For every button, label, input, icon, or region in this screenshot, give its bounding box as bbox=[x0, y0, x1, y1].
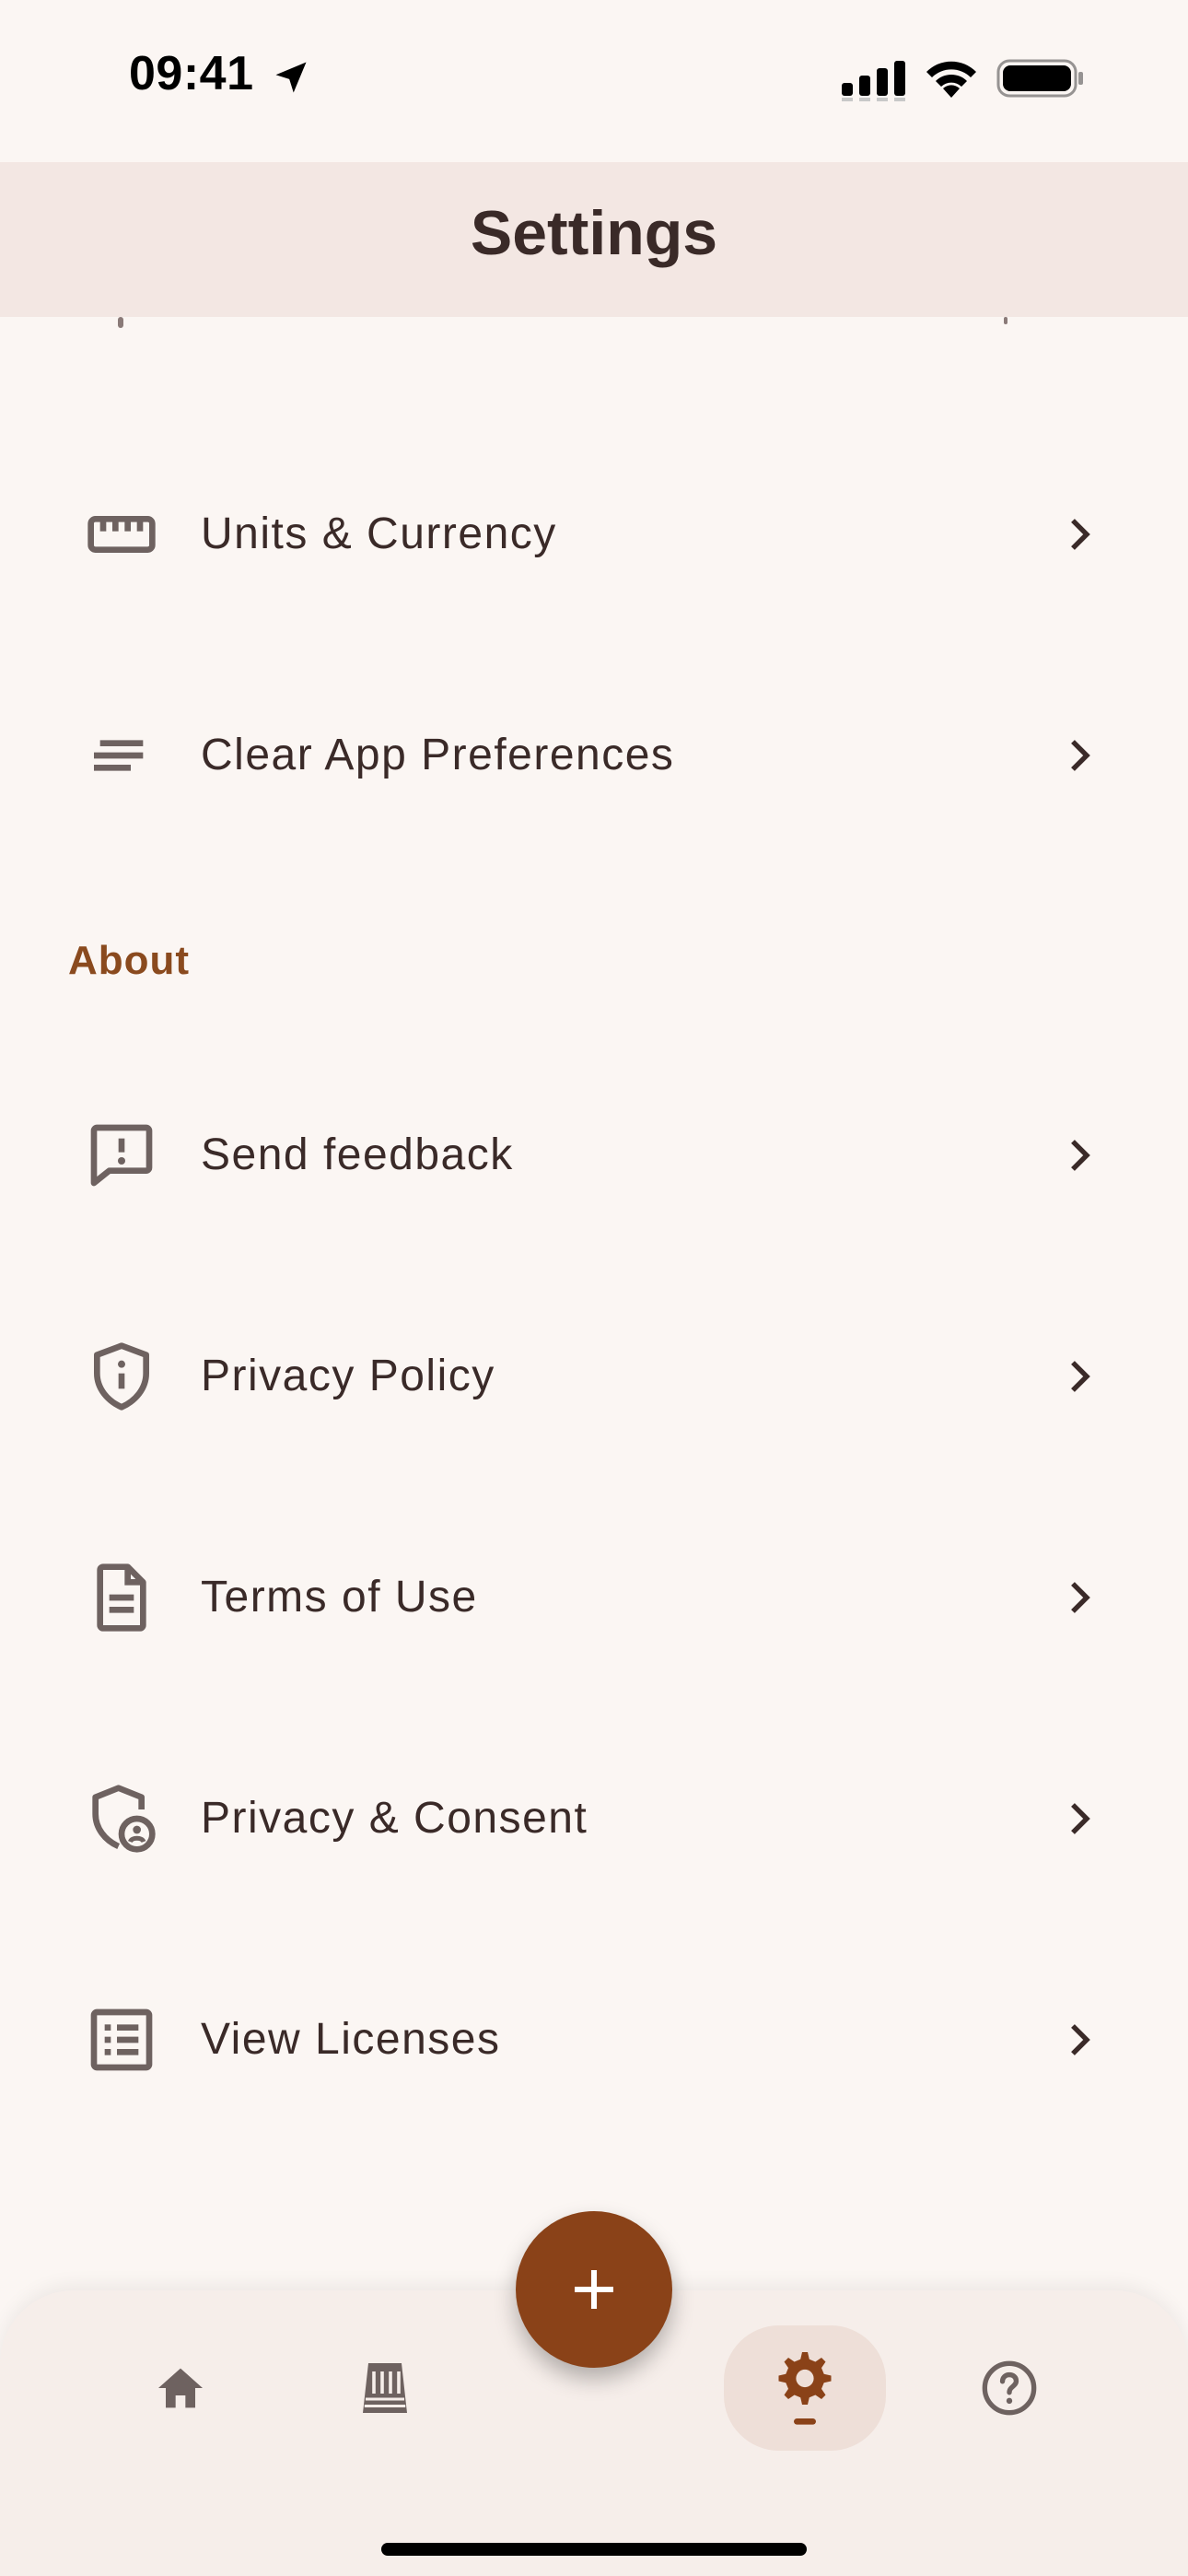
ruler-icon bbox=[87, 516, 156, 553]
chevron-right-icon bbox=[1071, 2024, 1090, 2055]
clipped-chevron-remnant bbox=[1004, 317, 1007, 324]
location-arrow-icon bbox=[275, 62, 307, 93]
feedback-icon bbox=[90, 1124, 153, 1187]
notes-lines-icon bbox=[94, 740, 144, 771]
app-bar: Settings bbox=[0, 162, 1188, 317]
status-bar: 09:41 bbox=[0, 0, 1188, 162]
chevron-right-icon bbox=[1071, 1361, 1090, 1392]
home-icon bbox=[158, 2368, 203, 2408]
battery-icon bbox=[996, 59, 1083, 98]
page-title: Settings bbox=[470, 198, 718, 268]
chevron-right-icon bbox=[1071, 1803, 1090, 1834]
settings-item-clear-preferences[interactable]: Clear App Preferences bbox=[0, 649, 1188, 833]
settings-item-send-feedback[interactable]: Send feedback bbox=[0, 1048, 1188, 1233]
nav-settings[interactable] bbox=[724, 2325, 886, 2451]
settings-item-view-licenses[interactable]: View Licenses bbox=[0, 1933, 1188, 2117]
settings-item-terms-of-use[interactable]: Terms of Use bbox=[0, 1491, 1188, 1675]
chevron-right-icon bbox=[1071, 519, 1090, 550]
settings-icon bbox=[778, 2352, 832, 2425]
shield-person-icon bbox=[92, 1785, 156, 1853]
plus-icon bbox=[575, 2270, 613, 2309]
chevron-right-icon bbox=[1071, 1582, 1090, 1613]
settings-item-label: Units & Currency bbox=[201, 509, 557, 558]
nav-ledger[interactable] bbox=[304, 2325, 466, 2451]
nav-help[interactable] bbox=[928, 2325, 1090, 2451]
settings-item-label: View Licenses bbox=[201, 2015, 501, 2064]
chevron-right-icon bbox=[1071, 1140, 1090, 1171]
settings-item-privacy-consent[interactable]: Privacy & Consent bbox=[0, 1712, 1188, 1896]
settings-item-label: Privacy Policy bbox=[201, 1352, 495, 1400]
settings-item-privacy-policy[interactable]: Privacy Policy bbox=[0, 1270, 1188, 1454]
add-button[interactable] bbox=[516, 2211, 672, 2368]
cellular-signal-icon bbox=[842, 61, 905, 101]
home-indicator bbox=[381, 2543, 807, 2556]
settings-item-label: Clear App Preferences bbox=[201, 731, 675, 779]
settings-item-units-currency[interactable]: Units & Currency bbox=[0, 427, 1188, 612]
ledger-icon bbox=[363, 2363, 407, 2413]
clipped-icon-remnant bbox=[118, 317, 123, 328]
section-header-about: About bbox=[68, 938, 191, 983]
nav-home[interactable] bbox=[99, 2325, 262, 2451]
shield-info-icon bbox=[94, 1342, 150, 1411]
list-icon bbox=[90, 2008, 153, 2071]
document-icon bbox=[97, 1563, 146, 1632]
chevron-right-icon bbox=[1071, 740, 1090, 771]
settings-item-label: Privacy & Consent bbox=[201, 1794, 588, 1843]
help-icon bbox=[982, 2360, 1037, 2416]
settings-item-label: Send feedback bbox=[201, 1130, 514, 1179]
settings-item-label: Terms of Use bbox=[201, 1573, 478, 1622]
status-time: 09:41 bbox=[129, 47, 254, 100]
wifi-icon bbox=[926, 61, 976, 98]
